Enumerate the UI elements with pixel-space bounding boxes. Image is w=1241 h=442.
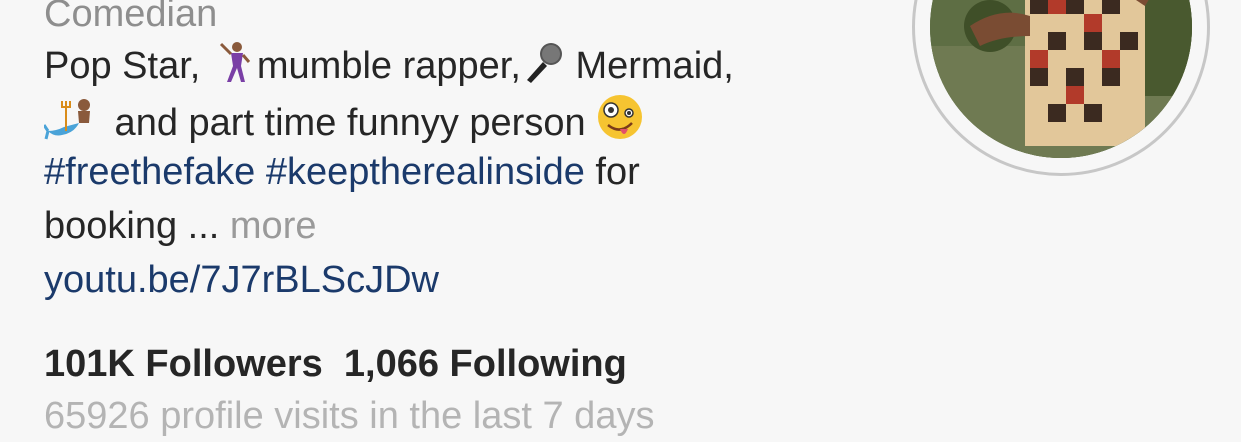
microphone-emoji-icon [521, 40, 565, 98]
hashtag-freethefake[interactable]: #freethefake [44, 151, 255, 193]
man-dancing-emoji-icon [211, 40, 257, 98]
bio-text: mumble rapper, [256, 45, 521, 87]
followers-count[interactable]: 101K Followers [44, 343, 323, 385]
bio-text: and part time funnyy person [104, 102, 597, 144]
profile-stats: 101K Followers 1,066 Following [44, 338, 627, 390]
bio-line-1: Pop Star, mumble rapper, Mermaid, [44, 40, 734, 98]
bio-line-3: #freethefake #keeptherealinside for [44, 146, 640, 198]
bio-link[interactable]: youtu.be/7J7rBLScJDw [44, 259, 439, 301]
bio-text: Mermaid, [564, 45, 734, 87]
profile-visits: 65926 profile visits in the last 7 days [44, 395, 655, 437]
bio-line-4: booking ... more [44, 200, 316, 252]
hashtag-keeptherealinside[interactable]: #keeptherealinside [266, 151, 585, 193]
bio-text: booking ... [44, 205, 230, 247]
more-button[interactable]: more [230, 205, 317, 247]
profile-category: Comedian [44, 0, 218, 35]
bio-text: for [584, 151, 640, 193]
bio-text: Pop Star, [44, 45, 211, 87]
bio-line-5: youtu.be/7J7rBLScJDw [44, 254, 439, 306]
following-count[interactable]: 1,066 Following [344, 343, 627, 385]
